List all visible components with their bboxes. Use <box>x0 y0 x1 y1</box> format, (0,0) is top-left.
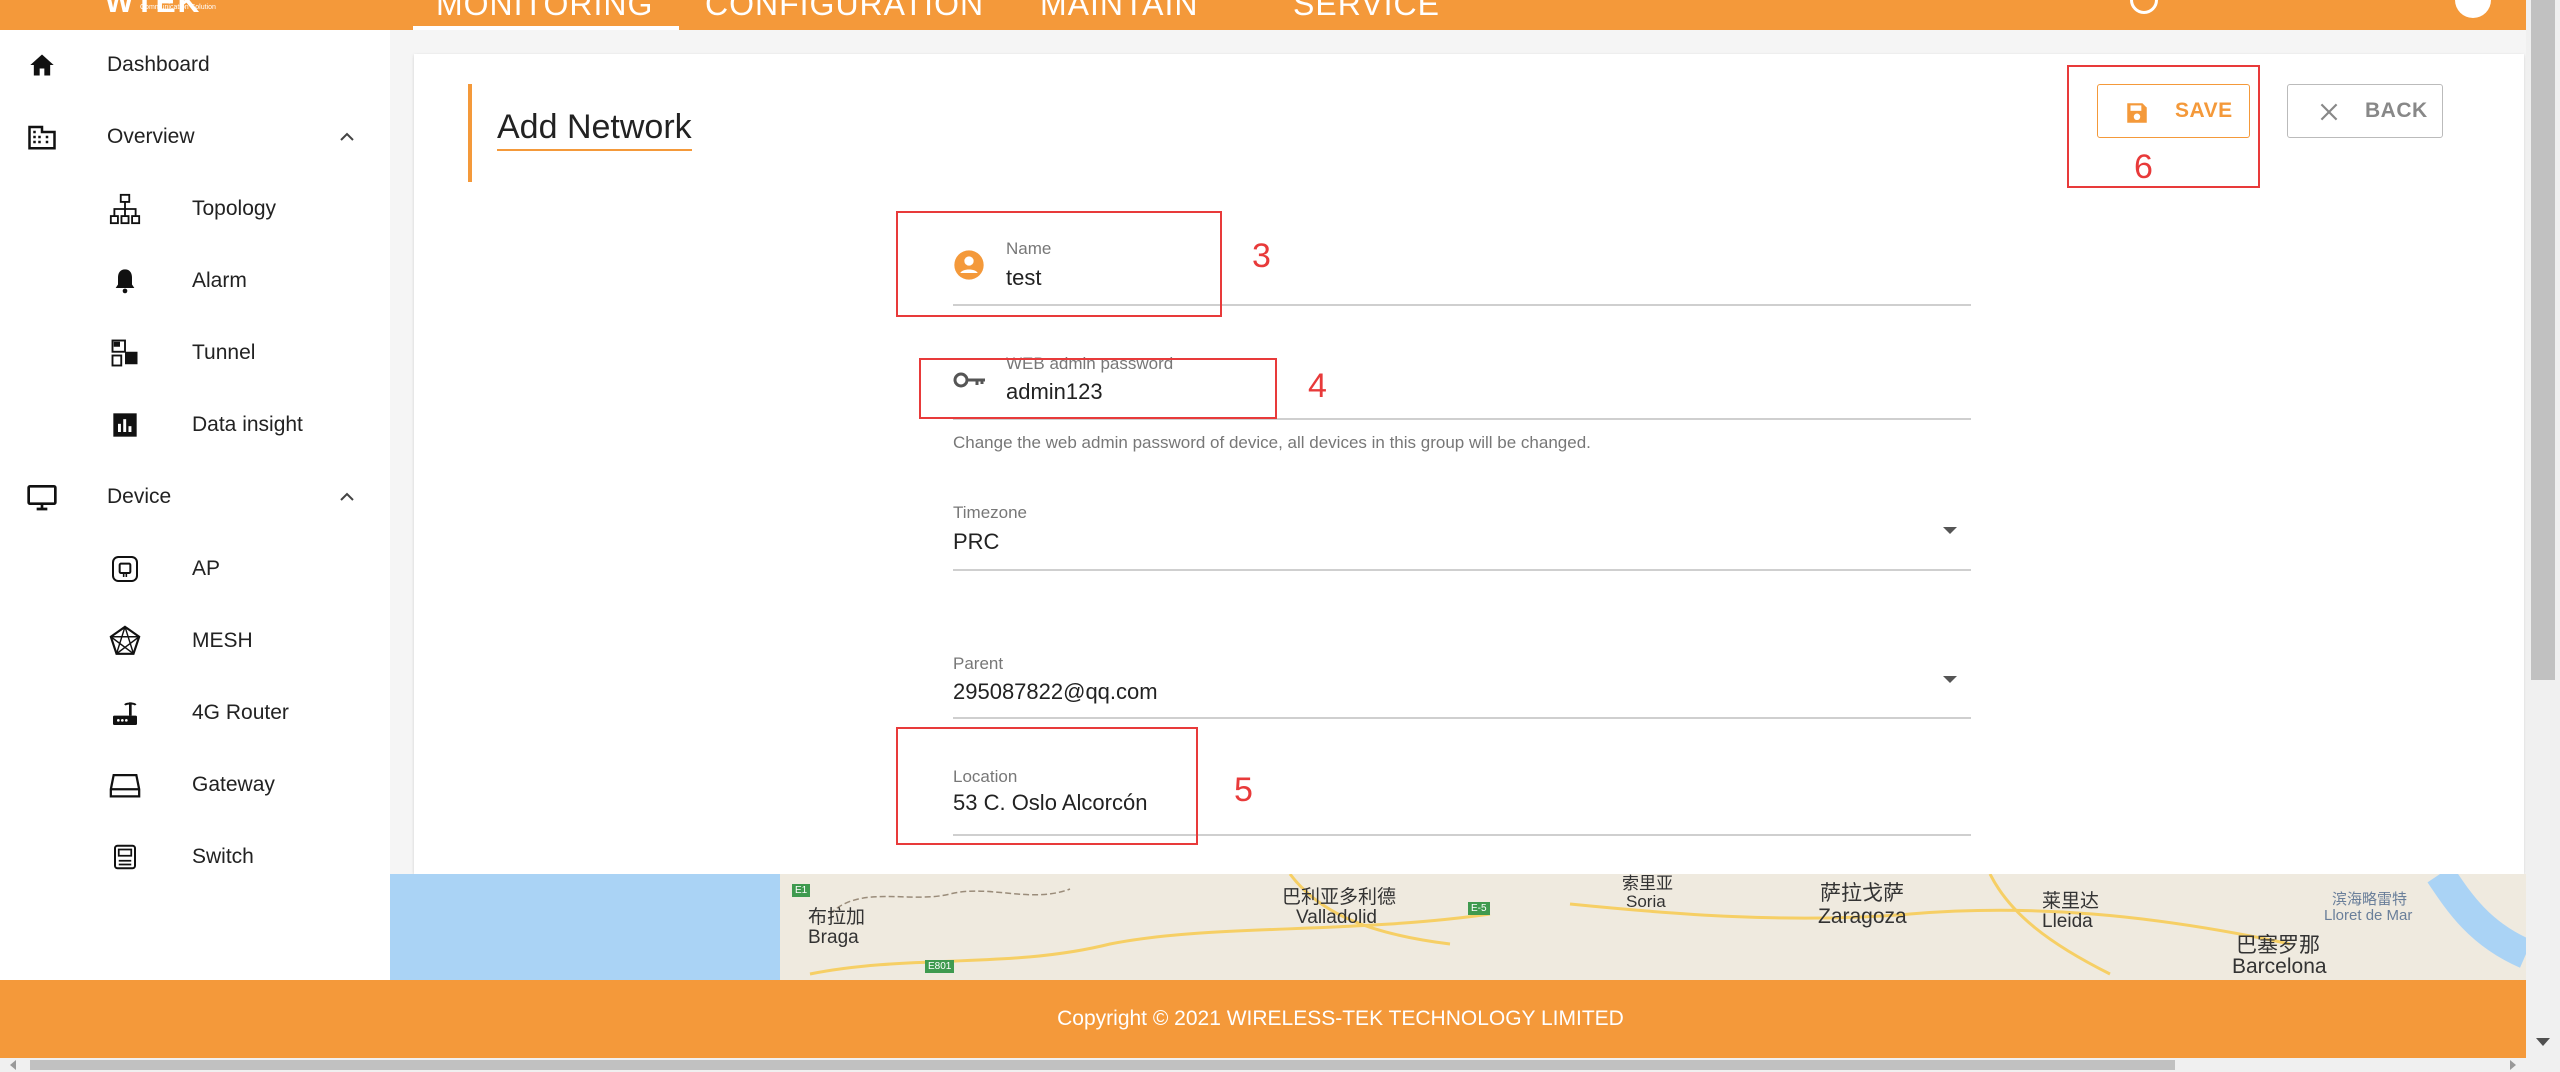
annotation-box-6 <box>2067 65 2260 188</box>
horizontal-scrollbar-thumb[interactable] <box>30 1060 2175 1070</box>
sidebar-item-data-insight[interactable]: Data insight <box>0 400 390 450</box>
map-label-braga-zh: 布拉加 <box>808 907 866 928</box>
map-label-barcelona-zh: 巴塞罗那 <box>2236 934 2320 957</box>
user-icon[interactable] <box>2130 0 2158 14</box>
chevron-up-icon[interactable] <box>335 485 359 509</box>
gateway-icon <box>107 767 143 803</box>
sidebar-item-4g-router[interactable]: 4G Router <box>0 688 390 738</box>
annotation-box-5 <box>896 727 1198 845</box>
parent-field-label: Parent <box>953 654 1004 673</box>
topology-icon <box>107 191 143 227</box>
map-label-barcelona: Barcelona <box>2232 955 2327 978</box>
chart-icon <box>107 407 143 443</box>
account-icon[interactable] <box>2455 0 2491 18</box>
map-label-lleida-zh: 莱里达 <box>2042 891 2100 912</box>
footer: Copyright © 2021 WIRELESS-TEK TECHNOLOGY… <box>0 980 2526 1058</box>
map-label-braga: Braga <box>808 927 859 948</box>
sidebar-item-label: Data insight <box>192 413 303 436</box>
map-label-zaragoza: Zaragoza <box>1818 905 1907 928</box>
password-help-text: Change the web admin password of device,… <box>953 433 1591 452</box>
sidebar-item-label: 4G Router <box>192 701 289 724</box>
sidebar-item-device[interactable]: Device <box>0 472 390 522</box>
map-view[interactable]: E1 E-5 E801 布拉加 Braga 巴利亚多利德 Valladolid … <box>390 874 2526 980</box>
sidebar-item-topology[interactable]: Topology <box>0 184 390 234</box>
brand-logo-subtitle: Communication Solution <box>140 4 216 11</box>
annotation-box-4 <box>919 358 1277 419</box>
sidebar-item-label: MESH <box>192 629 253 652</box>
map-roads <box>809 874 2526 976</box>
sidebar-item-gateway[interactable]: Gateway <box>0 760 390 810</box>
home-icon <box>24 47 60 83</box>
road-badge: E801 <box>925 960 955 973</box>
timezone-field-label: Timezone <box>953 503 1028 522</box>
map-label-soria: Soria <box>1626 892 1666 911</box>
annotation-number-6: 6 <box>2134 148 2153 186</box>
dropdown-arrow-icon[interactable] <box>1943 527 1957 534</box>
timezone-field-underline <box>953 569 1971 571</box>
map-label-zaragoza-zh: 萨拉戈萨 <box>1820 882 1904 905</box>
chevron-up-icon[interactable] <box>335 125 359 149</box>
sidebar-item-tunnel[interactable]: Tunnel <box>0 328 390 378</box>
nav-maintain[interactable]: MAINTAIN <box>1040 0 1199 23</box>
copyright-text: Copyright © 2021 WIRELESS-TEK TECHNOLOGY… <box>1057 1007 1624 1030</box>
annotation-box-3 <box>896 211 1222 317</box>
scroll-down-arrow-icon[interactable] <box>2536 1038 2550 1046</box>
annotation-number-3: 3 <box>1252 237 1271 275</box>
dropdown-arrow-icon[interactable] <box>1943 676 1957 683</box>
back-button[interactable]: BACK <box>2287 84 2443 138</box>
vertical-scrollbar-thumb[interactable] <box>2531 0 2555 680</box>
sidebar-item-alarm[interactable]: Alarm <box>0 256 390 306</box>
sidebar-item-label: Gateway <box>192 773 275 796</box>
scroll-right-arrow-icon[interactable] <box>2510 1060 2516 1070</box>
nav-configuration[interactable]: CONFIGURATION <box>705 0 984 23</box>
switch-icon <box>107 839 143 875</box>
building-icon <box>24 119 60 155</box>
sidebar-item-switch[interactable]: Switch <box>0 832 390 882</box>
ap-icon <box>107 551 143 587</box>
bell-icon <box>107 263 143 299</box>
top-bar: WTEK Communication Solution MONITORING C… <box>0 0 2560 30</box>
sidebar-item-label: Overview <box>107 125 195 148</box>
nav-service[interactable]: SERVICE <box>1293 0 1440 23</box>
map-label-valladolid: Valladolid <box>1296 907 1377 928</box>
road-badge: E1 <box>792 884 811 897</box>
sidebar-item-dashboard[interactable]: Dashboard <box>0 40 390 90</box>
mesh-icon <box>107 623 143 659</box>
map-label-valladolid-zh: 巴利亚多利德 <box>1282 887 1397 908</box>
map-label-lleida: Lleida <box>2042 911 2093 932</box>
annotation-number-5: 5 <box>1234 771 1253 809</box>
sidebar-item-overview[interactable]: Overview <box>0 112 390 162</box>
road-badge: E-5 <box>1468 902 1490 915</box>
sidebar-item-label: Device <box>107 485 172 508</box>
close-icon <box>2316 99 2342 125</box>
title-accent-bar <box>468 84 472 182</box>
sidebar-item-label: Tunnel <box>192 341 256 364</box>
router-icon <box>107 695 143 731</box>
sidebar: Dashboard Overview Topology Alarm Tunnel… <box>0 30 390 980</box>
annotation-number-4: 4 <box>1308 367 1327 405</box>
map-label-soria-zh: 索里亚 <box>1622 874 1673 893</box>
active-nav-indicator <box>413 26 679 30</box>
sidebar-item-ap[interactable]: AP <box>0 544 390 594</box>
sidebar-item-label: AP <box>192 557 221 580</box>
back-button-label: BACK <box>2365 99 2428 122</box>
tunnel-icon <box>107 335 143 371</box>
scroll-left-arrow-icon[interactable] <box>10 1060 16 1070</box>
parent-select[interactable]: 295087822@qq.com <box>953 679 1158 705</box>
sidebar-item-label: Alarm <box>192 269 247 292</box>
sidebar-item-mesh[interactable]: MESH <box>0 616 390 666</box>
sidebar-item-label: Dashboard <box>107 53 210 76</box>
monitor-icon <box>24 479 60 515</box>
sidebar-item-label: Switch <box>192 845 254 868</box>
sidebar-item-label: Topology <box>192 197 277 220</box>
map-label-lloret: Lloret de Mar <box>2324 907 2413 924</box>
timezone-select[interactable]: PRC <box>953 529 999 555</box>
nav-monitoring[interactable]: MONITORING <box>436 0 653 23</box>
page-title: Add Network <box>497 108 692 151</box>
parent-field-underline <box>953 717 1971 719</box>
